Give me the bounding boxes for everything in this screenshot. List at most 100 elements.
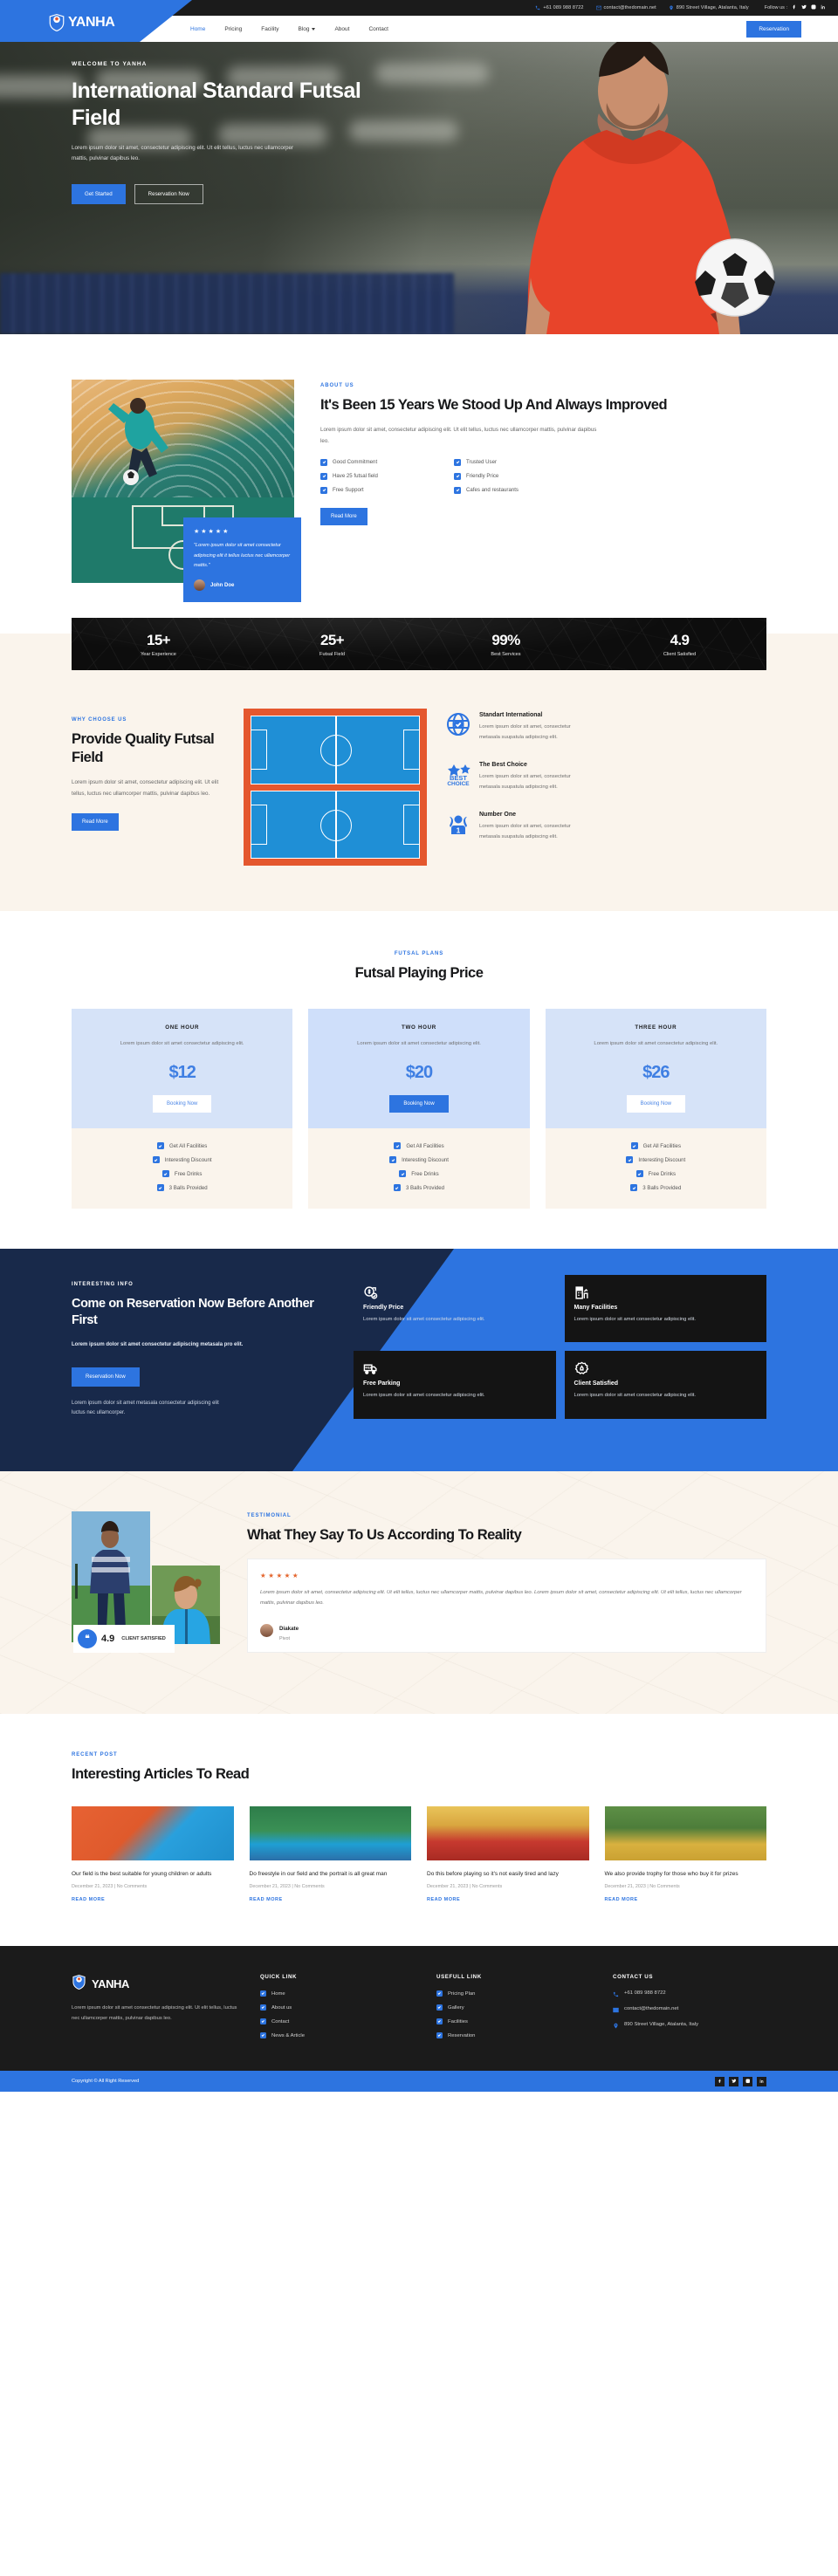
blog-thumbnail — [249, 1806, 411, 1861]
instagram-icon[interactable] — [743, 2076, 752, 2086]
footer-link[interactable]: Reservation — [436, 2032, 590, 2039]
footer-link[interactable]: Gallery — [436, 2004, 590, 2011]
quote-author: John Doe — [194, 579, 291, 591]
about-image-dome — [72, 380, 294, 497]
nav-item-home[interactable]: Home — [190, 26, 205, 32]
footer-social-links — [715, 2076, 766, 2086]
footer-quick-links: QUICK LINK Home About us Contact News & … — [260, 1974, 414, 2046]
blog-post-meta: December 21, 2023 | No Comments — [72, 1884, 148, 1890]
cta-reservation-button[interactable]: Reservation Now — [72, 1367, 140, 1387]
footer-contact-phone[interactable]: +61 089 988 8722 — [613, 1990, 766, 1997]
quote-stars: ★★★★★ — [194, 529, 230, 536]
booking-now-button[interactable]: Booking Now — [152, 1095, 212, 1113]
check-item: Good Commitment — [320, 458, 449, 466]
footer-link[interactable]: Contact — [260, 2018, 414, 2025]
navbar: YANHA Home Pricing Facility Blog About C… — [0, 13, 838, 42]
twitter-icon[interactable] — [801, 4, 807, 11]
check-icon — [320, 458, 327, 466]
plan-feature: Get All Facilities — [156, 1142, 207, 1150]
check-icon — [320, 472, 327, 480]
check-icon — [399, 1170, 407, 1178]
twitter-icon[interactable] — [729, 2076, 738, 2086]
booking-now-button[interactable]: Booking Now — [626, 1095, 685, 1113]
topbar-email[interactable]: contact@thedomain.net — [595, 5, 656, 10]
facebook-icon[interactable] — [715, 2076, 725, 2086]
linkedin-icon[interactable] — [821, 4, 826, 11]
brand-logo-group[interactable]: YANHA — [0, 13, 183, 32]
testimonial-card: ★★★★★ Lorem ipsum dolor sit amet, consec… — [247, 1559, 766, 1654]
why-read-more-button[interactable]: Read More — [72, 813, 119, 832]
footer-link[interactable]: Pricing Plan — [436, 1990, 590, 1997]
pin-icon — [613, 2023, 619, 2029]
plan-feature-label: 3 Balls Provided — [642, 1184, 682, 1191]
blog-read-more-link[interactable]: READ MORE — [72, 1897, 234, 1902]
plan-price: $26 — [642, 1063, 670, 1083]
footer-link-label: Contact — [271, 2018, 290, 2024]
footer-contact-email[interactable]: contact@thedomain.net — [613, 2006, 766, 2013]
blog-read-more-link[interactable]: READ MORE — [605, 1897, 767, 1902]
badge-like-icon — [574, 1362, 589, 1380]
blog-card[interactable]: Do this before playing so it's not easil… — [427, 1806, 589, 1902]
feature-title: Standart International — [479, 712, 543, 718]
footer-brand[interactable]: YANHA — [72, 1974, 237, 1993]
testimonial-author: Diakate Pivot — [260, 1619, 753, 1641]
plan-desc: Lorem ipsum dolor sit amet consectetur a… — [594, 1041, 718, 1047]
mail-icon — [613, 2007, 619, 2013]
shield-ball-icon — [48, 13, 65, 32]
check-icon — [260, 2018, 266, 2025]
stat-item: 99% Best Services — [419, 618, 593, 670]
topbar-phone[interactable]: +61 089 988 8722 — [535, 5, 583, 10]
blog-read-more-link[interactable]: READ MORE — [427, 1897, 589, 1902]
mail-icon — [595, 5, 601, 10]
stat-number: 15+ — [146, 631, 171, 648]
blog-card[interactable]: Do freestyle in our field and the portra… — [249, 1806, 412, 1902]
plan-feature: 3 Balls Provided — [393, 1184, 444, 1192]
blog-card[interactable]: Our field is the best suitable for young… — [72, 1806, 234, 1902]
footer-contact-address[interactable]: 890 Street Village, Atalanta, Italy — [613, 2022, 766, 2029]
topbar-address[interactable]: 890 Street Village, Atalanta, Italy — [669, 5, 749, 10]
nav-item-facility[interactable]: Facility — [261, 26, 278, 32]
footer-link[interactable]: News & Article — [260, 2032, 414, 2039]
nav-item-contact[interactable]: Contact — [368, 26, 388, 32]
nav-item-blog[interactable]: Blog — [298, 26, 316, 32]
footer: YANHA Lorem ipsum dolor sit amet consect… — [0, 1946, 838, 2072]
hero-reservation-button[interactable]: Reservation Now — [134, 183, 203, 204]
facebook-icon[interactable] — [792, 4, 797, 11]
why-title: Provide Quality Futsal Field — [72, 731, 215, 766]
cta-card-title: Friendly Price — [363, 1305, 404, 1312]
reservation-button[interactable]: Reservation — [746, 20, 801, 38]
booking-now-button[interactable]: Booking Now — [389, 1095, 449, 1113]
blog-card[interactable]: We also provide trophy for those who buy… — [604, 1806, 767, 1902]
check-icon — [260, 1990, 266, 1997]
about-quote-card: ★★★★★ "Lorem ipsum dolor sit amet consec… — [183, 517, 301, 602]
reservation-cta-section: INTERESTING INFO Come on Reservation Now… — [0, 1249, 838, 1472]
why-eyebrow: WHY CHOOSE US — [72, 717, 127, 723]
nav-item-about[interactable]: About — [334, 26, 349, 32]
instagram-icon[interactable] — [811, 4, 816, 11]
price-tag-icon — [363, 1286, 378, 1304]
pricing-card: TWO HOUR Lorem ipsum dolor sit amet cons… — [308, 1009, 530, 1209]
get-started-button[interactable]: Get Started — [72, 183, 126, 204]
brand-name: YANHA — [68, 15, 115, 30]
plan-feature: Free Drinks — [635, 1170, 677, 1178]
testimonial-media: ❝ 4.9 CLIENT SATISFIED — [72, 1511, 224, 1668]
blog-thumbnail — [427, 1806, 589, 1861]
nav-item-pricing[interactable]: Pricing — [224, 26, 242, 32]
footer-contact-heading: CONTACT US — [613, 1974, 654, 1981]
footer-about-column: YANHA Lorem ipsum dolor sit amet consect… — [72, 1974, 237, 2046]
plan-desc: Lorem ipsum dolor sit amet consectetur a… — [120, 1041, 244, 1047]
blog-post-title: We also provide trophy for those who buy… — [604, 1871, 738, 1878]
plan-feature-label: Free Drinks — [648, 1170, 677, 1177]
feature-title: Number One — [479, 812, 517, 819]
blog-read-more-link[interactable]: READ MORE — [250, 1897, 412, 1902]
plan-name: THREE HOUR — [635, 1024, 677, 1031]
check-label: Free Support — [333, 487, 364, 494]
linkedin-icon[interactable] — [757, 2076, 766, 2086]
about-read-more-button[interactable]: Read More — [320, 507, 367, 525]
check-icon — [393, 1184, 401, 1192]
blog-post-meta: December 21, 2023 | No Comments — [604, 1884, 680, 1890]
footer-link[interactable]: Facilities — [436, 2018, 590, 2025]
footer-link[interactable]: Home — [260, 1990, 414, 1997]
check-icon — [156, 1184, 164, 1192]
footer-link[interactable]: About us — [260, 2004, 414, 2011]
